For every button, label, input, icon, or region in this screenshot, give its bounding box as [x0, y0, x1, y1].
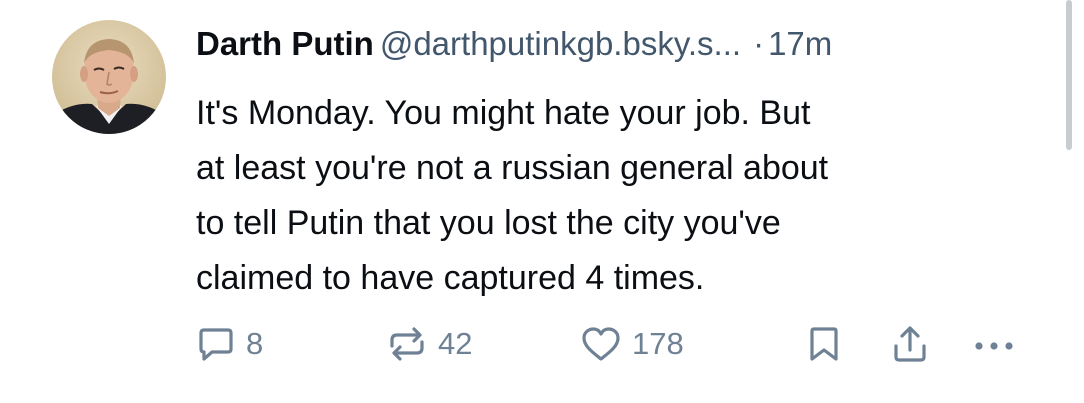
post-text-line: It's Monday. You might hate your job. Bu…	[196, 94, 811, 132]
avatar[interactable]	[52, 20, 166, 134]
post-text-line: at least you're not a russian general ab…	[196, 149, 829, 187]
reply-button[interactable]: 8	[196, 318, 263, 370]
repost-arrows-icon	[386, 324, 428, 364]
ellipsis-icon	[970, 324, 1022, 364]
speech-bubble-icon	[196, 324, 236, 364]
post-text: It's Monday. You might hate your job. Bu…	[196, 86, 1036, 306]
author-handle[interactable]: @darthputinkgb.bsky.s...	[380, 25, 741, 62]
bookmark-button[interactable]	[806, 318, 842, 370]
separator-dot: ·	[753, 25, 765, 62]
repost-button[interactable]: 42	[386, 318, 472, 370]
share-button[interactable]	[890, 318, 930, 370]
post-header: Darth Putin @darthputinkgb.bsky.s... · 17m	[196, 22, 832, 66]
post-text-line: claimed to have captured 4 times.	[196, 259, 705, 297]
scrollbar-thumb[interactable]	[1066, 0, 1072, 150]
post: Darth Putin @darthputinkgb.bsky.s... · 17m …	[0, 0, 1084, 403]
avatar-image	[52, 20, 166, 134]
post-actions: 8 42 178	[0, 318, 1084, 370]
more-options-button[interactable]	[970, 318, 1022, 370]
post-text-line: to tell Putin that you lost the city you…	[196, 204, 781, 242]
repost-count: 42	[438, 326, 473, 361]
share-upload-icon	[890, 324, 930, 364]
author-display-name[interactable]: Darth Putin	[196, 25, 374, 62]
like-button[interactable]: 178	[580, 318, 684, 370]
post-timestamp[interactable]: 17m	[768, 25, 832, 62]
heart-icon	[580, 324, 622, 364]
reply-count: 8	[246, 326, 264, 361]
like-count: 178	[632, 326, 684, 361]
bookmark-icon	[806, 324, 842, 364]
